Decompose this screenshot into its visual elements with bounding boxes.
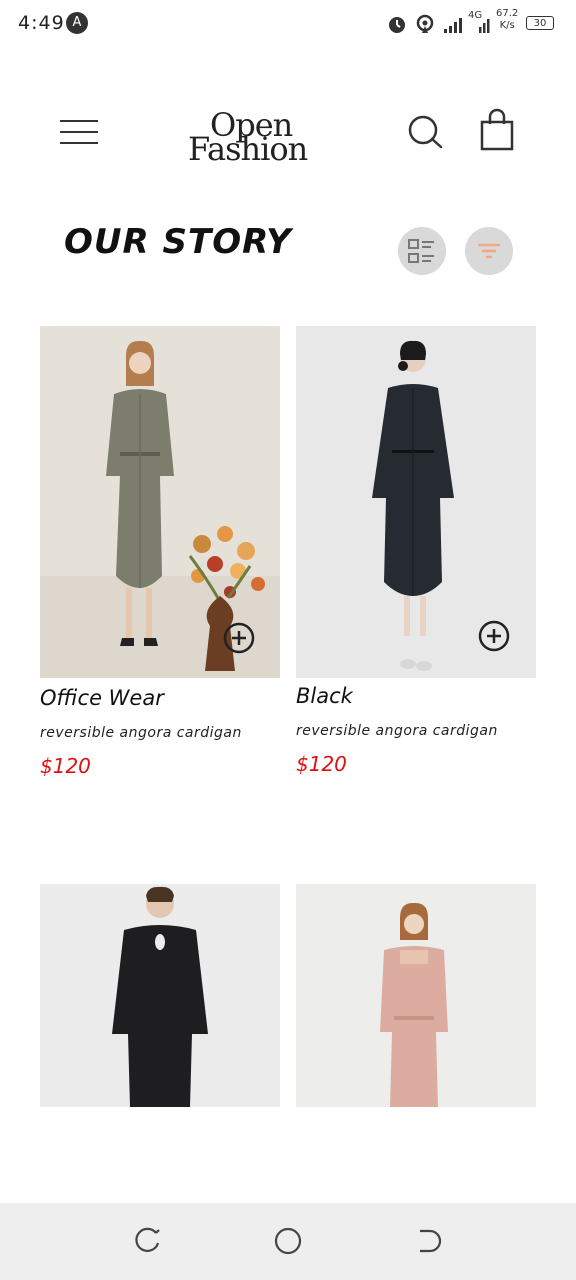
product-card[interactable]	[40, 884, 280, 1107]
product-card[interactable]: Black reversible angora cardigan $120	[296, 326, 536, 786]
recent-apps-icon[interactable]	[132, 1225, 164, 1257]
hamburger-menu-icon[interactable]	[58, 118, 102, 148]
product-name[interactable]: Black	[296, 684, 353, 708]
filter-icon[interactable]	[465, 227, 513, 275]
product-name[interactable]: Office Wear	[40, 686, 164, 710]
shopping-bag-icon[interactable]	[478, 108, 516, 152]
grid-view-icon[interactable]	[398, 227, 446, 275]
status-time: 4:49	[18, 12, 65, 34]
alarm-icon	[389, 17, 405, 33]
notification-a-icon: A	[66, 12, 88, 34]
add-to-cart-icon[interactable]	[478, 620, 510, 652]
status-bar: 4:49 A 4G 67.2 K/s 30	[0, 0, 576, 50]
net-speed: 67.2 K/s	[496, 8, 519, 31]
product-image[interactable]	[40, 884, 280, 1107]
signal-icon-2	[479, 19, 490, 33]
system-nav-bar	[0, 1203, 576, 1280]
hotspot-icon	[416, 14, 434, 33]
open-fashion-logo[interactable]: Open Fashion	[188, 108, 328, 168]
page-title: OUR STORY	[64, 222, 292, 262]
product-description: reversible angora cardigan	[40, 725, 242, 741]
search-icon[interactable]	[405, 112, 445, 152]
product-card[interactable]: Office Wear reversible angora cardigan $…	[40, 326, 280, 786]
product-description: reversible angora cardigan	[296, 723, 498, 739]
back-icon[interactable]	[412, 1225, 444, 1257]
product-card[interactable]	[296, 884, 536, 1107]
product-price: $120	[40, 754, 91, 778]
battery-icon: 30	[526, 16, 554, 30]
signal-icon-1	[444, 18, 462, 33]
product-price: $120	[296, 752, 347, 776]
product-image[interactable]	[296, 884, 536, 1107]
home-icon[interactable]	[272, 1225, 304, 1257]
add-to-cart-icon[interactable]	[223, 622, 255, 654]
logo-line2: Fashion	[188, 130, 308, 168]
